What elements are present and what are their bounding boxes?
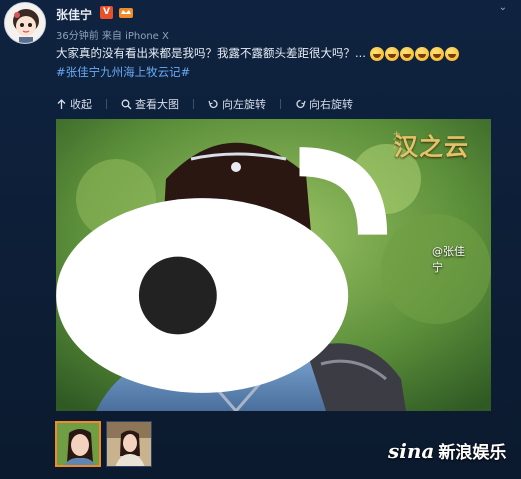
rotate-right-label: 向右旋转 [309, 98, 353, 111]
sina-ent-text: 新浪娱乐 [438, 443, 507, 463]
collapse-button[interactable]: 收起 [56, 96, 92, 112]
toolbar-divider [280, 99, 281, 109]
search-icon [121, 99, 132, 109]
weibo-post-card: 张佳宁 V ⌄ 36分钟前 来自 iPhone X 大家真的没有看出来都是我吗？… [0, 0, 521, 479]
laughing-emoji-icon [414, 46, 429, 61]
avatar-illustration [5, 3, 45, 43]
view-large-label: 查看大图 [135, 98, 179, 111]
hashtag-link[interactable]: #张佳宁九州海上牧云记# [56, 64, 190, 80]
laughing-emoji-icon [369, 46, 384, 61]
thumbnail-1-selected[interactable] [55, 421, 101, 467]
post-meta: 36分钟前 来自 iPhone X [56, 31, 169, 42]
laughing-emoji-icon [429, 46, 444, 61]
rotate-right-icon [296, 99, 306, 108]
avatar[interactable] [4, 2, 46, 44]
laughing-emoji-icon [384, 46, 399, 61]
collapse-label: 收起 [70, 98, 92, 111]
image-toolbar: 收起 查看大图 向左旋转 向右旋转 [56, 96, 353, 112]
post-text-content: 大家真的没有看出来都是我吗？我露不露额头差距很大吗？... [56, 46, 366, 60]
weibo-watermark-text: @张佳宁 [432, 245, 466, 274]
post-main-image[interactable]: 九州 汉之云 @张佳宁 [56, 119, 491, 411]
rotate-left-button[interactable]: 向左旋转 [208, 96, 266, 112]
laughing-emoji-icon [399, 46, 414, 61]
sina-logo: sina [388, 438, 435, 463]
laughing-emoji-icon [444, 46, 459, 61]
rotate-left-label: 向左旋转 [222, 98, 266, 111]
arrow-up-icon [57, 98, 66, 109]
weibo-watermark: @张佳宁 [56, 119, 473, 405]
toolbar-divider [106, 99, 107, 109]
laughing-emoji-row [369, 46, 459, 61]
sina-ent-watermark: sina 新浪娱乐 [388, 438, 507, 464]
chevron-down-icon[interactable]: ⌄ [499, 2, 507, 13]
username[interactable]: 张佳宁 [56, 6, 92, 23]
post-text: 大家真的没有看出来都是我吗？我露不露额头差距很大吗？... [56, 44, 516, 62]
weibo-logo-icon [56, 147, 388, 393]
thumbnail-image [57, 423, 99, 465]
thumbnail-2[interactable] [106, 421, 152, 467]
rotate-left-icon [208, 99, 218, 108]
verified-badge: V [100, 6, 113, 19]
member-crown-icon[interactable] [118, 5, 134, 19]
toolbar-divider [193, 99, 194, 109]
view-large-button[interactable]: 查看大图 [121, 96, 179, 112]
thumbnail-image [107, 422, 151, 466]
rotate-right-button[interactable]: 向右旋转 [295, 96, 353, 112]
